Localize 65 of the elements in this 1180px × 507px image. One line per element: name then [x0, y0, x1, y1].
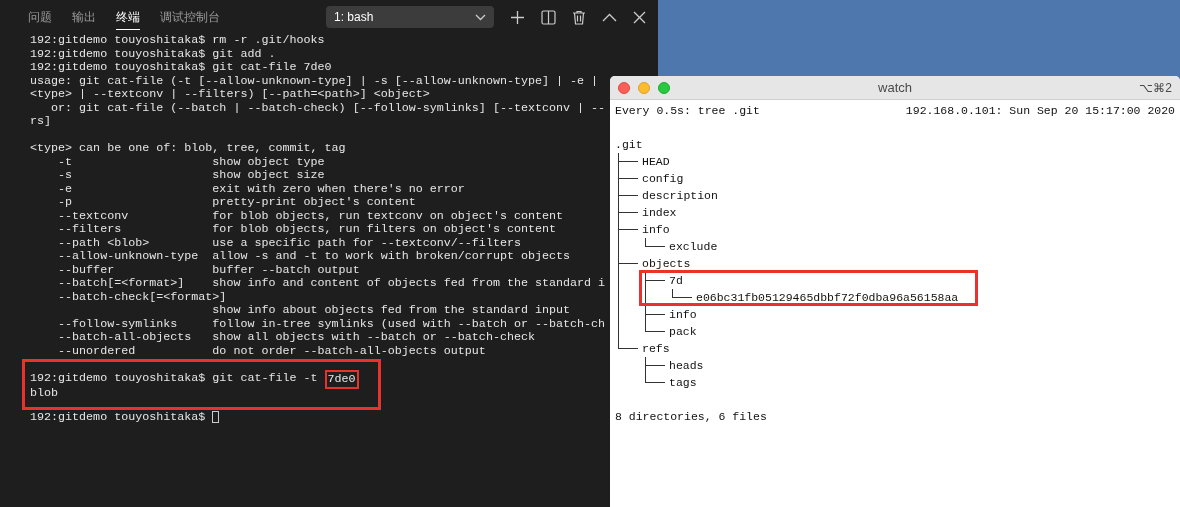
tree-item: HEAD: [642, 155, 670, 168]
terminal-line: --batch-check[=<format>]: [57, 290, 227, 304]
terminal-line: 192:gitdemo touyoshitaka$ git add .: [30, 47, 276, 61]
tree-item: 7d: [669, 274, 683, 287]
text-cursor: [212, 411, 220, 424]
terminal-line: show info about objects fed from the standard input: [211, 304, 571, 318]
terminal-line: <type> can be one of: blob, tree, commit, tag: [30, 142, 346, 156]
tree-connector: [672, 289, 692, 298]
tree-summary: 8 directories, 6 files: [615, 409, 767, 425]
tree-item: e06bc31fb05129465dbbf72f0dba96a56158aa: [696, 291, 959, 304]
terminal-line: -s show object size: [57, 169, 325, 183]
panel-tab[interactable]: 问题: [28, 4, 52, 30]
split-icon[interactable]: [541, 9, 556, 25]
tree-connector: [618, 170, 638, 187]
tree-item: index: [642, 206, 677, 219]
terminal-line: --filters for blob objects, run filters on object's content: [57, 223, 557, 237]
watch-command: Every 0.5s: tree .git: [615, 103, 760, 119]
close-icon[interactable]: [633, 10, 646, 24]
tree-item: description: [642, 189, 718, 202]
terminal-line: <type> | --textconv | --filters) [--path=<path>] <object>: [30, 88, 430, 102]
close-window-button[interactable]: [618, 81, 630, 94]
tree-item: refs: [642, 342, 670, 355]
terminal-line: --buffer buffer --batch output: [57, 263, 360, 277]
terminal-line: --path <blob> use a specific path for --textconv/--filters: [57, 236, 521, 250]
window-title: watch: [878, 78, 912, 97]
window-shortcut: ⌥⌘2: [1139, 79, 1172, 97]
terminal-line: usage: git cat-file (-t [--allow-unknown-type] | -s [--allow-unknown-type] | -e |: [30, 74, 599, 88]
plus-icon[interactable]: [510, 9, 525, 25]
tree-item: tags: [669, 376, 697, 389]
tree-connector: [645, 238, 665, 247]
terminal-line: --batch[=<format>] show info and content of objects fed from the standard i: [57, 277, 606, 291]
terminal-line: --textconv for blob objects, run textconv on object's content: [57, 209, 564, 223]
tree-item: .git: [615, 138, 643, 151]
shell-dropdown[interactable]: 1: bash: [326, 6, 494, 28]
terminal-line: blob: [30, 387, 59, 401]
terminal-line: 192:gitdemo touyoshitaka$ git cat-file -t: [30, 372, 319, 387]
panel-tab[interactable]: 输出: [72, 4, 96, 30]
tree-item: heads: [669, 359, 704, 372]
terminal-line: or: git cat-file (--batch | --batch-check) [--follow-symlinks] [--textconv | --: [50, 101, 606, 115]
terminal-line: 192:gitdemo touyoshitaka$ git cat-file 7de0: [30, 61, 332, 75]
chevron-down-icon: [475, 13, 486, 21]
terminal-line: 192:gitdemo touyoshitaka$ rm -r .git/hooks: [30, 34, 325, 48]
tree-item: config: [642, 172, 684, 185]
trash-icon[interactable]: [572, 9, 586, 25]
tree-item: exclude: [669, 240, 718, 253]
terminal-line: -e exit with zero when there's no error: [57, 182, 465, 196]
terminal-line: --unordered do not order --batch-all-objects output: [57, 344, 486, 358]
terminal-line: rs]: [30, 115, 52, 129]
panel-tab[interactable]: 终端: [116, 4, 140, 30]
boxed-text: 7de0: [324, 370, 359, 389]
terminal-line: --allow-unknown-type allow -s and -t to work with broken/corrupt objects: [57, 250, 571, 264]
tree-item: pack: [669, 325, 697, 338]
tree-item: objects: [642, 257, 691, 270]
terminal-line: 192:gitdemo touyoshitaka$: [30, 410, 206, 424]
terminal-line: -p pretty-print object's content: [57, 196, 416, 210]
tree-connector: [618, 187, 638, 204]
watch-timestamp: 192.168.0.101: Sun Sep 20 15:17:00 2020: [905, 103, 1175, 119]
terminal-line: --batch-all-objects show all objects with --batch or --batch-check: [57, 331, 535, 345]
tree-connector: [618, 153, 638, 170]
terminal-line: --follow-symlinks follow in-tree symlinks (used with --batch or --batch-ch: [57, 317, 606, 331]
chevron-up-icon[interactable]: [602, 12, 617, 22]
terminal-line: -t show object type: [57, 155, 325, 169]
tree-item: info: [669, 308, 697, 321]
panel-tab[interactable]: 调试控制台: [160, 4, 220, 30]
tree-item: info: [642, 223, 670, 236]
